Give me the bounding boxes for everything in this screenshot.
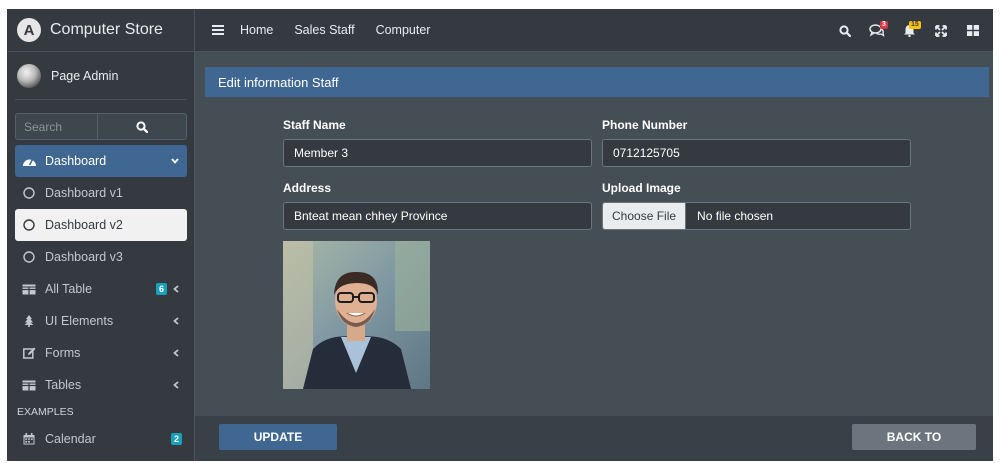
avatar [17, 63, 41, 88]
expand-arrows-icon [935, 24, 947, 37]
count-badge: 6 [156, 283, 168, 295]
update-button[interactable]: UPDATE [219, 424, 337, 450]
chevron-left-icon [173, 317, 179, 325]
address-field[interactable]: Bnteat mean chhey Province [283, 202, 592, 230]
calendar-icon [21, 433, 37, 445]
search-button[interactable] [98, 114, 186, 139]
sidebar-item-label: UI Elements [45, 314, 114, 328]
chevron-left-icon [173, 285, 179, 293]
user-name: Page Admin [51, 68, 119, 83]
messages-badge: 3 [880, 21, 888, 29]
brand-name: Computer Store [50, 21, 163, 38]
sidebar-item-label: Tables [45, 378, 82, 392]
sidebar-item-dashboard-v3[interactable]: Dashboard v3 [15, 241, 187, 273]
app-frame: A Computer Store Page Admin Dashboard [7, 9, 993, 461]
sidebar-item-calendar[interactable]: Calendar 2 [15, 423, 187, 455]
sidebar-item-label: Dashboard v1 [45, 186, 123, 200]
navbar-actions: 3 15 [827, 9, 993, 52]
staff-name-field[interactable]: Member 3 [283, 139, 592, 167]
circle-icon [21, 219, 37, 231]
phone-number-label: Phone Number [602, 118, 688, 132]
control-sidebar-button[interactable] [959, 9, 987, 52]
tachometer-icon [21, 155, 37, 167]
user-panel[interactable]: Page Admin [15, 52, 186, 100]
sidebar-item-dashboard[interactable]: Dashboard [15, 145, 187, 177]
circle-icon [21, 187, 37, 199]
edit-icon [21, 347, 37, 359]
sidebar-item-dashboard-v2[interactable]: Dashboard v2 [15, 209, 187, 241]
sidebar-item-ui-elements[interactable]: UI Elements [15, 305, 187, 337]
circle-icon [21, 251, 37, 263]
messages-button[interactable]: 3 [863, 9, 891, 52]
back-button[interactable]: BACK TO [852, 424, 976, 450]
top-navbar: Home Sales Staff Computer 3 15 [195, 9, 993, 52]
hamburger-menu-icon[interactable] [212, 25, 224, 35]
brand-logo-icon: A [17, 18, 41, 42]
search-input[interactable] [16, 114, 98, 139]
sidebar-item-label: Dashboard v3 [45, 250, 123, 264]
sidebar-item-forms[interactable]: Forms [15, 337, 187, 369]
sidebar-nav: Dashboard Dashboard v1 Dashboard v2 Dash… [15, 145, 187, 455]
notifications-badge: 15 [909, 21, 921, 29]
staff-name-label: Staff Name [283, 118, 346, 132]
search-icon [136, 120, 148, 133]
nav-link-home[interactable]: Home [240, 23, 273, 37]
sidebar-item-label: Forms [45, 346, 81, 360]
nav-link-computer[interactable]: Computer [376, 23, 431, 37]
nav-link-sales-staff[interactable]: Sales Staff [294, 23, 354, 37]
sidebar-item-label: Dashboard [45, 154, 107, 168]
upload-image-label: Upload Image [602, 181, 681, 195]
sidebar-item-label: All Table [45, 282, 93, 296]
upload-image-input[interactable]: Choose File No file chosen [602, 202, 911, 230]
fullscreen-button[interactable] [927, 9, 955, 52]
navbar-search-button[interactable] [831, 9, 859, 52]
card-title: Edit information Staff [205, 67, 989, 97]
table-icon [21, 284, 37, 295]
sidebar-item-tables[interactable]: Tables [15, 369, 187, 401]
chevron-left-icon [173, 381, 179, 389]
phone-number-field[interactable]: 0712125705 [602, 139, 911, 167]
chevron-left-icon [173, 349, 179, 357]
staff-photo [283, 241, 430, 389]
search-icon [839, 24, 851, 37]
choose-file-button[interactable]: Choose File [603, 203, 687, 229]
notifications-button[interactable]: 15 [895, 9, 923, 52]
table-icon [21, 380, 37, 391]
nav-section-header: EXAMPLES [17, 406, 74, 418]
th-large-icon [967, 25, 979, 36]
address-label: Address [283, 181, 332, 195]
file-status: No file chosen [697, 209, 774, 223]
count-badge: 2 [171, 433, 183, 445]
sidebar: A Computer Store Page Admin Dashboard [7, 9, 195, 461]
sidebar-item-all-table[interactable]: All Table 6 [15, 273, 187, 305]
sidebar-item-label: Dashboard v2 [45, 218, 123, 232]
sidebar-search [15, 113, 187, 140]
sidebar-item-dashboard-v1[interactable]: Dashboard v1 [15, 177, 187, 209]
brand-link[interactable]: A Computer Store [7, 9, 194, 52]
chevron-down-icon [171, 158, 179, 164]
sidebar-item-label: Calendar [45, 432, 96, 446]
tree-icon [21, 315, 37, 327]
